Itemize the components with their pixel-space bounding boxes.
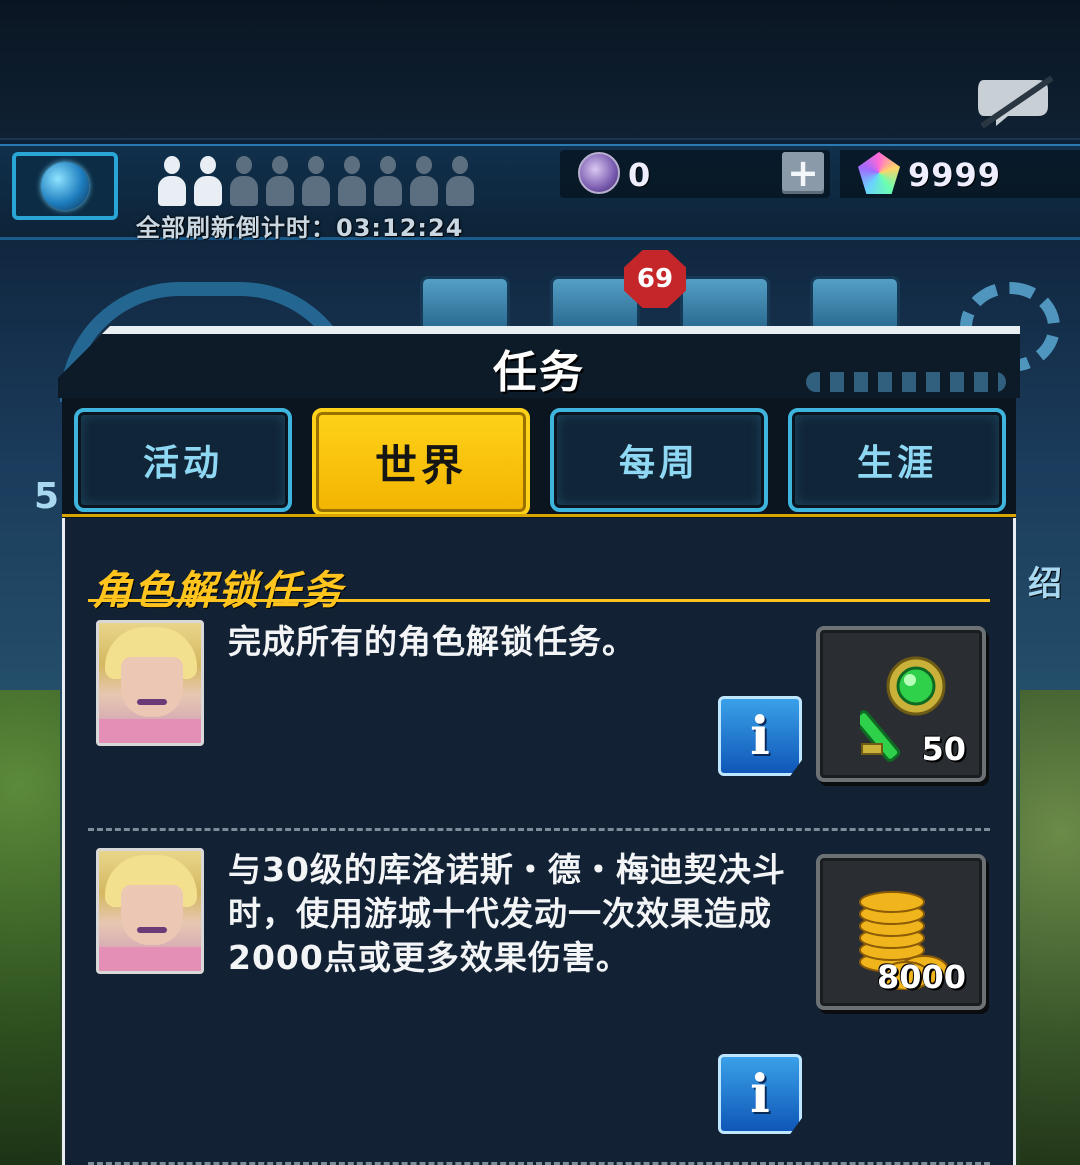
tab-weekly[interactable]: 每周: [550, 408, 768, 512]
refresh-timer: 全部刷新倒计时：03:12:24: [136, 214, 464, 242]
duelist-slot-icon: [264, 156, 296, 208]
mission-dialog: 任务 活动 世界 每周 生涯 角色解锁任务 完成所有的角色解锁任务。 i 50: [58, 326, 1020, 1165]
tab-career[interactable]: 生涯: [788, 408, 1006, 512]
duelist-slot-icon: [372, 156, 404, 208]
reward-count: 8000: [876, 958, 966, 996]
duelist-slot-icon: [300, 156, 332, 208]
section-title: 角色解锁任务: [92, 568, 344, 614]
quest-description: 完成所有的角色解锁任务。: [228, 622, 636, 661]
character-portrait: [96, 620, 204, 746]
side-label-left: 5: [34, 476, 60, 517]
duelist-slot-icon: [444, 156, 476, 208]
tab-underline: [62, 514, 1016, 517]
quest-item: 与30级的库洛诺斯・德・梅迪契决斗时，使用游城十代发动一次效果造成2000点或更…: [88, 848, 990, 1148]
dialog-title: 任务: [493, 347, 585, 398]
quest-separator: [88, 828, 990, 831]
section-divider: [88, 599, 990, 602]
side-label-right: 绍: [1028, 564, 1062, 604]
notification-badge: 69: [624, 250, 686, 308]
duelist-slot-icon: [156, 156, 188, 208]
quest-item: 完成所有的角色解锁任务。 i 50: [88, 620, 990, 800]
globe-icon: [41, 162, 89, 210]
trees-left: [0, 690, 60, 1165]
orb-icon: [578, 152, 620, 194]
duelist-slot-icon: [336, 156, 368, 208]
info-button[interactable]: i: [718, 696, 802, 776]
tab-world[interactable]: 世界: [312, 408, 530, 516]
gem-count: 9999: [908, 156, 1002, 194]
character-portrait: [96, 848, 204, 974]
orb-count: 0: [628, 156, 651, 194]
duelist-slot-icon: [192, 156, 224, 208]
duelist-slot-icon: [228, 156, 260, 208]
quest-description: 与30级的库洛诺斯・德・梅迪契决斗时，使用游城十代发动一次效果造成2000点或更…: [228, 850, 786, 977]
top-strip: [0, 0, 1080, 140]
chat-disabled-icon[interactable]: [978, 74, 1056, 128]
duelist-slots: [156, 156, 476, 208]
info-button[interactable]: i: [718, 1054, 802, 1134]
world-globe-button[interactable]: [12, 152, 118, 220]
tab-events[interactable]: 活动: [74, 408, 292, 512]
trees-right: [1020, 690, 1080, 1165]
reward-box: 50: [816, 626, 986, 782]
reward-count: 50: [921, 730, 966, 768]
duelist-slot-icon: [408, 156, 440, 208]
add-currency-button[interactable]: +: [782, 151, 824, 195]
reward-box: 8000: [816, 854, 986, 1010]
